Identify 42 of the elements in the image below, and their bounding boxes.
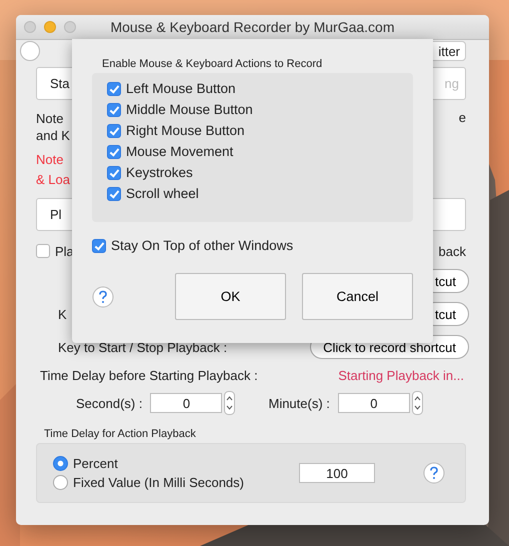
help-button[interactable]	[423, 462, 445, 484]
checkbox-label: Left Mouse Button	[126, 81, 236, 96]
checkbox[interactable]	[107, 82, 121, 96]
checkbox-label: Stay On Top of other Windows	[111, 238, 294, 253]
group-title: Enable Mouse & Keyboard Actions to Record	[102, 58, 324, 70]
note-text: e	[458, 110, 466, 125]
checkbox[interactable]	[107, 124, 121, 138]
status-text: Starting Playback in...	[338, 368, 464, 383]
shortcut-label: K	[58, 306, 67, 322]
option-label: back	[438, 244, 466, 258]
radio-button[interactable]	[53, 475, 68, 490]
checkbox[interactable]	[36, 244, 50, 258]
dialog-button[interactable]: Cancel	[302, 273, 413, 320]
number-field[interactable]: 0	[150, 393, 222, 413]
delay-label: Time Delay before Starting Playback :	[40, 368, 258, 383]
warning-text: & Loa	[36, 171, 70, 189]
stepper[interactable]	[412, 391, 423, 415]
field-label: Minute(s) :	[268, 396, 330, 410]
radio-label: Percent	[73, 456, 118, 471]
dialog-button[interactable]: OK	[175, 273, 286, 320]
number-field[interactable]: 0	[338, 393, 410, 413]
field-label: Second(s) :	[76, 396, 142, 410]
note-text: Note	[36, 110, 64, 127]
window-title: Mouse & Keyboard Recorder by MurGaa.com	[110, 19, 394, 35]
checkbox[interactable]	[107, 102, 121, 116]
note-text: and K	[36, 127, 70, 144]
warning-text: Note	[36, 151, 64, 169]
checkbox-label: Keystrokes	[126, 165, 193, 180]
checkbox[interactable]	[107, 144, 121, 158]
checkbox[interactable]	[107, 166, 121, 180]
checkbox-label: Mouse Movement	[126, 144, 234, 159]
checkbox-label: Scroll wheel	[126, 186, 199, 201]
checkbox[interactable]	[92, 238, 106, 252]
checkbox[interactable]	[107, 186, 121, 200]
help-button[interactable]	[92, 286, 114, 308]
radio-label: Fixed Value (In Milli Seconds)	[73, 475, 244, 490]
value-field[interactable]: 100	[299, 463, 375, 483]
group-title: Time Delay for Action Playback	[44, 428, 197, 440]
stepper[interactable]	[224, 391, 236, 415]
radio-button[interactable]	[53, 456, 68, 471]
checkbox-label: Right Mouse Button	[126, 123, 245, 138]
checkbox-label: Middle Mouse Button	[126, 102, 253, 117]
